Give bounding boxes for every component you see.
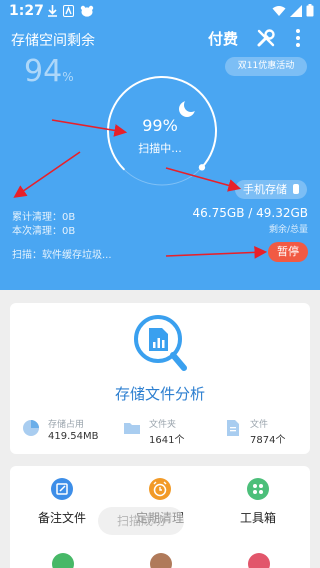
scan-percent: 99% <box>142 116 178 135</box>
remaining-percent-value: 94 <box>24 54 63 89</box>
scan-header-panel: 1:27 存储空间剩余 付费 94% 双11优惠活动 99% 扫描中... 手机… <box>0 0 320 290</box>
pie-chart-icon <box>23 420 39 436</box>
folder-icon <box>124 423 140 434</box>
wrench-screwdriver-icon[interactable] <box>256 28 276 48</box>
scan-status: 扫描中... <box>138 142 182 155</box>
phone-storage-button[interactable]: 手机存储 <box>235 180 307 199</box>
this-time-cleaned: 本次清理：0B <box>12 226 76 237</box>
status-bar: 1:27 <box>0 0 320 24</box>
page-title: 存储空间剩余 <box>11 33 95 49</box>
metric-value: 7874个 <box>250 435 286 446</box>
bear-notification-icon <box>80 5 94 17</box>
grid-apps-icon <box>247 478 269 500</box>
toast-message: 扫描成功 <box>98 507 184 535</box>
notes-file-button[interactable]: 备注文件 <box>22 478 102 528</box>
metric-files: 文件 7874个 <box>224 415 320 446</box>
file-icon <box>227 420 239 436</box>
more-options-icon[interactable] <box>292 27 304 49</box>
current-scan-target: 扫描：软件缓存垃圾... <box>12 250 112 261</box>
wifi-icon <box>272 5 286 21</box>
archive-icon[interactable] <box>150 553 172 568</box>
cellular-signal-icon <box>290 4 302 21</box>
file-search-icon <box>134 315 187 371</box>
metric-label: 文件夹 <box>149 420 177 430</box>
storage-value: 46.75GB / 49.32GB <box>192 206 308 220</box>
metric-value: 419.54MB <box>48 431 99 442</box>
storage-analysis-card[interactable]: 存储文件分析 存储占用 419.54MB 文件夹 1641个 文件 7874个 <box>10 303 310 454</box>
moon-icon <box>179 98 198 117</box>
metric-label: 文件 <box>250 420 269 430</box>
metric-folders: 文件夹 1641个 <box>123 415 223 446</box>
remaining-percent-unit: % <box>62 70 74 84</box>
metric-value: 1641个 <box>149 435 185 446</box>
battery-icon <box>306 4 314 21</box>
alarm-clock-icon <box>149 478 171 500</box>
cleanup-record-icon[interactable] <box>52 553 74 568</box>
notes-icon <box>51 478 73 500</box>
trash-icon[interactable] <box>248 553 270 568</box>
pay-button[interactable]: 付费 <box>208 28 238 49</box>
app-notification-icon <box>63 5 74 17</box>
annotation-arrow-to-pause <box>165 245 268 259</box>
tool-label: 工具箱 <box>239 511 276 525</box>
promo-button[interactable]: 双11优惠活动 <box>225 57 307 76</box>
tool-label: 备注文件 <box>37 511 86 525</box>
phone-storage-label: 手机存储 <box>243 183 287 196</box>
storage-label: 剩余/总量 <box>268 225 308 235</box>
metric-label: 存储占用 <box>48 420 85 430</box>
download-icon <box>47 5 58 17</box>
scan-progress-dot <box>198 164 206 171</box>
annotation-arrow-to-cleanup <box>13 151 81 198</box>
pause-button[interactable]: 暂停 <box>268 242 308 262</box>
total-cleaned: 累计清理：0B <box>12 212 76 223</box>
remaining-percent: 94% <box>24 54 74 89</box>
status-time: 1:27 <box>9 3 44 19</box>
phone-icon <box>293 184 299 194</box>
metric-storage-usage: 存储占用 419.54MB <box>22 415 122 445</box>
analysis-title: 存储文件分析 <box>114 385 205 403</box>
toolbox-button[interactable]: 工具箱 <box>218 478 298 528</box>
